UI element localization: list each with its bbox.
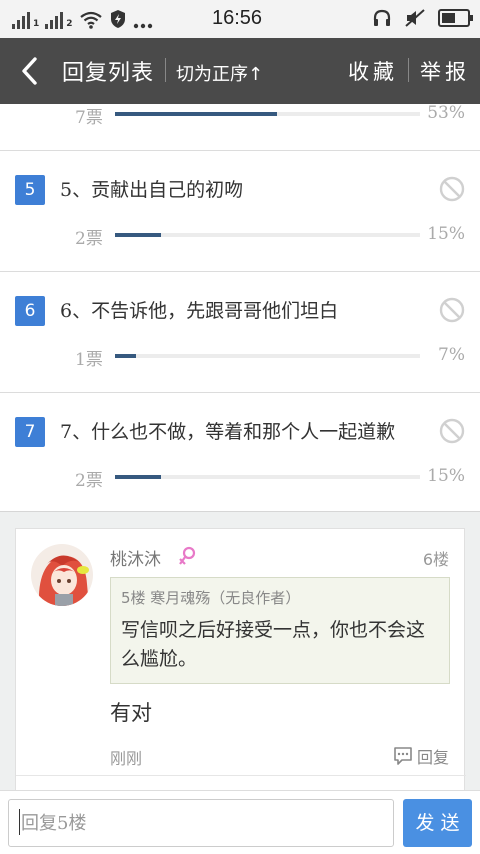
vote-percent: 15% (427, 466, 465, 486)
signal-icon (12, 11, 30, 29)
poll-option-5[interactable]: 5 5、贡献出自己的初吻 2票 15% (0, 150, 480, 271)
reply-input[interactable] (8, 799, 394, 847)
text-caret (19, 809, 20, 835)
top-nav-bar: 回复列表 切为正序↑ 收藏 举报 (0, 38, 480, 104)
quote-text: 写信呗之后好接受一点，你也不会这么尴尬。 (121, 619, 426, 670)
quoted-reply: 5楼 寒月魂殇（无良作者） 写信呗之后好接受一点，你也不会这么尴尬。 (110, 577, 450, 684)
reply-card: 桃沐沐 6楼 5楼 寒月魂殇（无良作者） 写信呗之后好接受一点，你也不会这么尴尬… (15, 528, 466, 790)
select-circle-icon[interactable] (439, 418, 465, 444)
vote-count: 1票 (75, 350, 103, 370)
favorite-button[interactable]: 收藏 (348, 56, 398, 86)
select-circle-icon[interactable] (439, 176, 465, 202)
vote-percent: 7% (438, 345, 465, 365)
vote-count: 2票 (75, 471, 103, 491)
shield-icon (110, 10, 125, 28)
mute-icon (405, 9, 425, 27)
option-text: 6、不告诉他，先跟哥哥他们坦白 (60, 300, 339, 322)
vote-bar (115, 112, 420, 116)
option-number-badge: 6 (15, 296, 45, 326)
nav-divider (165, 58, 166, 82)
vote-bar (115, 475, 420, 479)
option-number-badge: 7 (15, 417, 45, 447)
wifi-icon (79, 11, 102, 29)
poll-option[interactable]: 7票 53% (0, 104, 480, 151)
divider (16, 775, 466, 776)
username[interactable]: 桃沐沐 (110, 545, 161, 570)
page-title: 回复列表 (62, 61, 155, 86)
nav-divider (408, 58, 409, 82)
select-circle-icon[interactable] (439, 297, 465, 323)
reply-content: 有对 (110, 701, 152, 725)
report-button[interactable]: 举报 (420, 56, 470, 86)
avatar[interactable] (31, 544, 93, 606)
option-number-badge: 5 (15, 175, 45, 205)
vote-bar (115, 233, 420, 237)
option-text: 5、贡献出自己的初吻 (60, 179, 244, 201)
status-time: 16:56 (212, 7, 263, 29)
signal-icon (45, 11, 64, 29)
sim1-label: 1 (33, 19, 40, 29)
headset-icon (373, 9, 391, 26)
sim2-label: 2 (66, 19, 73, 29)
vote-percent: 53% (427, 104, 465, 123)
vote-percent: 15% (427, 224, 465, 244)
vote-count: 7票 (75, 108, 103, 128)
reply-button-label: 回复 (416, 748, 449, 767)
sort-toggle-button[interactable]: 切为正序↑ (176, 60, 263, 86)
reply-time: 刚刚 (110, 749, 143, 768)
floor-number: 6楼 (422, 550, 449, 569)
option-text: 7、什么也不做，等着和那个人一起道歉 (60, 421, 396, 443)
poll-option-6[interactable]: 6 6、不告诉他，先跟哥哥他们坦白 1票 7% (0, 271, 480, 392)
reply-button[interactable]: 回复 (393, 744, 449, 768)
comment-icon (394, 747, 412, 765)
vote-bar (115, 354, 420, 358)
battery-icon (438, 9, 473, 27)
poll-options-list: 7票 53% 5 5、贡献出自己的初吻 2票 15% 6 6、不告诉他，先跟哥哥… (0, 104, 480, 512)
female-icon (179, 546, 196, 565)
send-button[interactable]: 发送 (403, 799, 472, 847)
reply-input-bar: 发送 (0, 790, 480, 854)
status-bar: 1 2 16:56 (0, 0, 480, 38)
poll-option-7[interactable]: 7 7、什么也不做，等着和那个人一起道歉 2票 15% (0, 392, 480, 511)
vote-count: 2票 (75, 229, 103, 249)
back-arrow-icon[interactable] (14, 54, 48, 88)
quote-header: 5楼 寒月魂殇（无良作者） (121, 589, 301, 607)
more-dots-icon (133, 23, 152, 29)
